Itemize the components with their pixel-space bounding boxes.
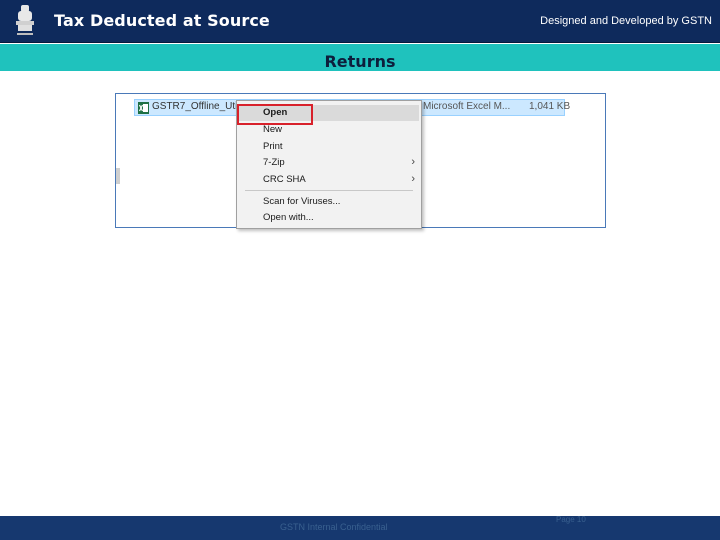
menu-item-label: 7-Zip [263, 157, 285, 168]
chevron-right-icon: › [411, 156, 415, 168]
menu-item-label: Open with... [263, 212, 314, 223]
menu-item-label: New [263, 124, 283, 135]
menu-item-crc-sha[interactable]: CRC SHA › [239, 172, 419, 188]
national-emblem-icon [16, 5, 34, 35]
menu-item-label: Scan for Viruses... [263, 196, 341, 207]
section-title: Returns [324, 52, 396, 71]
app-header: Tax Deducted at Source Designed and Deve… [0, 0, 720, 43]
footer-confidential-text: GSTN Internal Confidential [280, 522, 388, 532]
menu-item-label: CRC SHA [263, 174, 306, 185]
navigation-pane-edge [116, 168, 120, 184]
file-size: 1,041 KB [529, 101, 571, 112]
developer-credit: Designed and Developed by GSTN [540, 15, 712, 27]
file-name: GSTR7_Offline_Utility [152, 101, 250, 112]
page-number: Page 10 [556, 515, 586, 524]
menu-item-scan-viruses[interactable]: Scan for Viruses... [239, 194, 419, 210]
open-highlight-box [237, 104, 313, 125]
excel-file-icon [138, 102, 149, 114]
menu-separator [245, 190, 413, 191]
chevron-right-icon: › [411, 173, 415, 185]
app-title: Tax Deducted at Source [54, 11, 270, 30]
menu-item-print[interactable]: Print [239, 139, 419, 155]
explorer-screenshot: GSTR7_Offline_Utility Microsoft Excel M.… [115, 93, 606, 229]
file-type: Microsoft Excel M... [423, 101, 511, 112]
menu-item-7zip[interactable]: 7-Zip › [239, 155, 419, 171]
menu-item-open-with[interactable]: Open with... [239, 210, 419, 226]
menu-item-label: Print [263, 141, 283, 152]
